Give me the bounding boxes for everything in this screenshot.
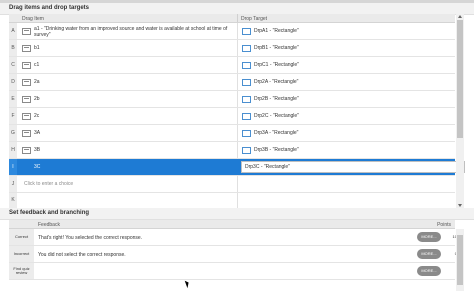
drop-target-text[interactable]: Drp3B - "Rectangle" <box>254 147 299 153</box>
scrollbar-thumb[interactable] <box>457 235 463 285</box>
scrollbar-thumb[interactable] <box>457 20 463 138</box>
drag-item-icon <box>22 113 31 120</box>
row-letter: B <box>9 40 17 56</box>
row-letter: I <box>9 159 17 175</box>
drag-item-text[interactable]: 2a <box>34 79 229 85</box>
row-letter: D <box>9 74 17 90</box>
column-divider <box>237 23 238 39</box>
drop-target-text[interactable]: Drp2B - "Rectangle" <box>254 96 299 102</box>
row-letter: H <box>9 142 17 158</box>
drag-row-d[interactable]: D 2a Drp2A - "Rectangle" <box>9 74 455 91</box>
more-button[interactable]: MORE... <box>417 266 441 276</box>
row-letter: K <box>9 193 17 208</box>
drop-target-selected-value: Drp3C - "Rectangle" <box>245 164 290 170</box>
column-divider <box>237 108 238 124</box>
row-letter: E <box>9 91 17 107</box>
feedback-table-scrollbar[interactable] <box>456 229 464 291</box>
drag-row-a[interactable]: A a1 - "Drinking water from an improved … <box>9 23 455 40</box>
feedback-row-correct: Correct That's right! You selected the c… <box>9 229 457 246</box>
drag-item-text[interactable]: 3A <box>34 130 229 136</box>
drag-row-f[interactable]: F 2c Drp2C - "Rectangle" <box>9 108 455 125</box>
feedback-table-header: Feedback Points <box>9 220 455 229</box>
drag-row-i-selected[interactable]: I 3C Drp3C - "Rectangle" <box>9 159 465 176</box>
drag-row-j[interactable]: J Click to enter a choice <box>9 176 455 193</box>
drag-item-icon <box>22 130 31 137</box>
drop-target-text[interactable]: Drp2A - "Rectangle" <box>254 79 298 85</box>
column-divider <box>237 74 238 90</box>
drag-row-e[interactable]: E 2b Drp2B - "Rectangle" <box>9 91 455 108</box>
row-letter: A <box>9 23 17 39</box>
feedback-row-quiz-review: Find quiz review MORE... <box>9 263 455 280</box>
column-divider <box>237 57 238 73</box>
feedback-label: Correct <box>9 229 34 245</box>
drop-target-column-header: Drop Target <box>241 16 268 22</box>
feedback-column-header: Feedback <box>38 222 60 228</box>
drop-target-icon <box>242 79 251 86</box>
drag-row-g[interactable]: G 3A Drp3A - "Rectangle" <box>9 125 455 142</box>
drag-item-text[interactable]: 3C <box>34 164 229 170</box>
column-divider <box>237 91 238 107</box>
feedback-message[interactable]: That's right! You selected the correct r… <box>38 235 142 241</box>
drag-item-icon <box>22 96 31 103</box>
column-divider <box>237 142 238 158</box>
feedback-section-title: Set feedback and branching <box>0 208 474 220</box>
feedback-table: Feedback Points Correct That's right! Yo… <box>9 220 464 291</box>
drag-item-icon <box>22 28 31 35</box>
column-divider <box>237 176 238 192</box>
column-divider <box>237 40 238 56</box>
drag-item-text[interactable]: b1 <box>34 45 229 51</box>
feedback-label: Find quiz review <box>9 263 34 279</box>
drop-target-icon <box>242 28 251 35</box>
drag-item-text[interactable]: 3B <box>34 147 229 153</box>
feedback-label: Incorrect <box>9 246 34 262</box>
header-divider <box>237 14 238 22</box>
drop-target-text[interactable]: DrpA1 - "Rectangle" <box>254 28 299 34</box>
scroll-down-arrow-icon[interactable] <box>458 204 462 207</box>
drag-table-header: Drag Item Drop Target <box>9 14 455 23</box>
feedback-row-incorrect: Incorrect You did not select the correct… <box>9 246 457 263</box>
drop-target-icon <box>242 96 251 103</box>
feedback-message[interactable]: You did not select the correct response. <box>38 252 126 258</box>
drag-row-k[interactable]: K <box>9 193 455 209</box>
drop-target-icon <box>242 45 251 52</box>
drag-item-text[interactable]: 2b <box>34 96 229 102</box>
drag-item-column-header: Drag Item <box>22 16 44 22</box>
drop-target-icon <box>242 147 251 154</box>
drop-target-text[interactable]: DrpC1 - "Rectangle" <box>254 62 299 68</box>
drag-row-b[interactable]: B b1 DrpB1 - "Rectangle" <box>9 40 455 57</box>
row-letter: G <box>9 125 17 141</box>
scroll-up-arrow-icon[interactable] <box>458 15 462 18</box>
drag-row-c[interactable]: C c1 DrpC1 - "Rectangle" <box>9 57 455 74</box>
drag-items-table: Drag Item Drop Target A a1 - "Drinking w… <box>9 14 465 209</box>
drop-target-text[interactable]: Drp2C - "Rectangle" <box>254 113 299 119</box>
drag-item-icon <box>22 147 31 154</box>
drop-target-icon <box>242 62 251 69</box>
new-choice-placeholder[interactable]: Click to enter a choice <box>24 181 73 187</box>
drop-target-text[interactable]: Drp3A - "Rectangle" <box>254 130 298 136</box>
drag-item-text[interactable]: c1 <box>34 62 229 68</box>
drop-target-icon <box>242 113 251 120</box>
row-letter: F <box>9 108 17 124</box>
row-letter: J <box>9 176 17 192</box>
drag-item-text[interactable]: 2c <box>34 113 229 119</box>
drag-table-scrollbar[interactable] <box>456 14 464 208</box>
points-column-header: Points <box>437 222 451 228</box>
drag-row-h[interactable]: H 3B Drp3B - "Rectangle" <box>9 142 455 159</box>
column-divider <box>237 125 238 141</box>
more-button[interactable]: MORE... <box>417 249 441 259</box>
row-letter: C <box>9 57 17 73</box>
drag-item-icon <box>22 62 31 69</box>
more-button[interactable]: MORE... <box>417 232 441 242</box>
drop-target-icon <box>242 130 251 137</box>
drop-target-text[interactable]: DrpB1 - "Rectangle" <box>254 45 299 51</box>
drag-item-icon <box>22 45 31 52</box>
drop-target-select[interactable]: Drp3C - "Rectangle" <box>241 161 465 173</box>
column-divider <box>237 193 238 208</box>
drag-item-icon <box>22 79 31 86</box>
drag-item-text[interactable]: a1 - "Drinking water from an improved so… <box>34 26 229 38</box>
